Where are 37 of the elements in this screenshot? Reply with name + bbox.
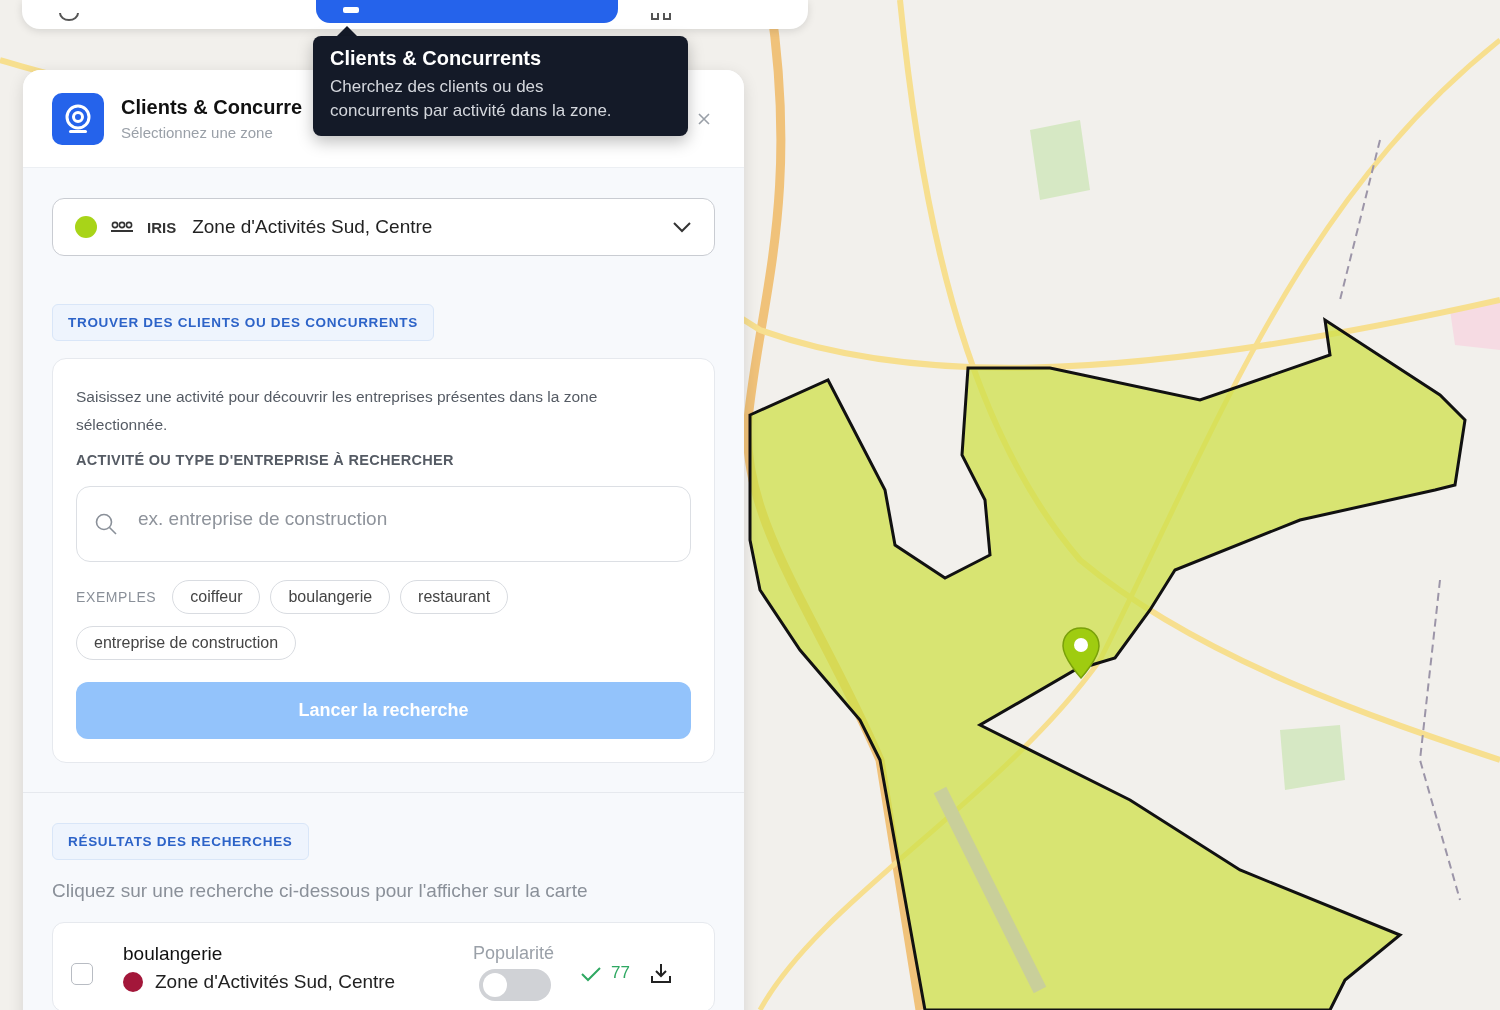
panel-subtitle: Sélectionnez une zone: [121, 124, 273, 141]
tab-icon: [650, 13, 672, 21]
webcam-icon: [52, 92, 104, 145]
search-field[interactable]: ex. entreprise de construction: [76, 486, 691, 562]
result-query: boulangerie: [123, 943, 224, 965]
tooltip-text: Cherchez des clients ou des concurrents par activité dans la zone.: [330, 76, 613, 122]
iris-icon: [111, 221, 133, 233]
zone-dropdown[interactable]: IRIS Zone d'Activités Sud, Centre: [52, 198, 715, 256]
tab-icon: [58, 13, 80, 21]
chevron-down-icon: [672, 221, 692, 233]
section-heading: TROUVER DES CLIENTS OU DES CONCURRENTS: [52, 304, 434, 341]
field-label: ACTIVITÉ OU TYPE D'ENTREPRISE À RECHERCHER: [76, 452, 455, 468]
download-button[interactable]: [650, 962, 672, 984]
result-zone: Zone d'Activités Sud, Centre: [155, 971, 396, 993]
zone-name: Zone d'Activités Sud, Centre: [192, 216, 434, 238]
map-pin-icon[interactable]: [1061, 626, 1101, 682]
toolbar-tab[interactable]: [316, 0, 618, 23]
download-icon: [650, 962, 672, 984]
toggle-switch[interactable]: [479, 969, 551, 1001]
hint-text: Cliquez sur une recherche ci-dessous pour l'afficher sur la carte: [52, 880, 589, 902]
example-chip[interactable]: boulangerie: [270, 580, 391, 614]
result-count: 77: [611, 963, 630, 983]
example-chip[interactable]: entreprise de construction: [76, 626, 297, 660]
popularity-label: Popularité: [473, 943, 555, 964]
examples-label: EXEMPLES: [76, 589, 157, 605]
checkbox[interactable]: [71, 963, 93, 985]
section-heading: RÉSULTATS DES RECHERCHES: [52, 823, 309, 860]
panel-title: Clients & Concurre: [121, 96, 303, 119]
search-icon: [94, 512, 118, 536]
result-card[interactable]: boulangerie Zone d'Activités Sud, Centre Popularité 77: [52, 922, 715, 1010]
zone-type: IRIS: [147, 218, 177, 236]
description-text: Saisissez une activité pour découvrir les entreprises présentes dans la zone sélectionnée.: [76, 387, 599, 435]
close-icon: [697, 111, 711, 126]
check-icon: [580, 965, 603, 983]
example-chip[interactable]: coiffeur: [172, 580, 261, 614]
tooltip-title: Clients & Concurrents: [330, 47, 543, 70]
example-chip[interactable]: restaurant: [400, 580, 509, 614]
